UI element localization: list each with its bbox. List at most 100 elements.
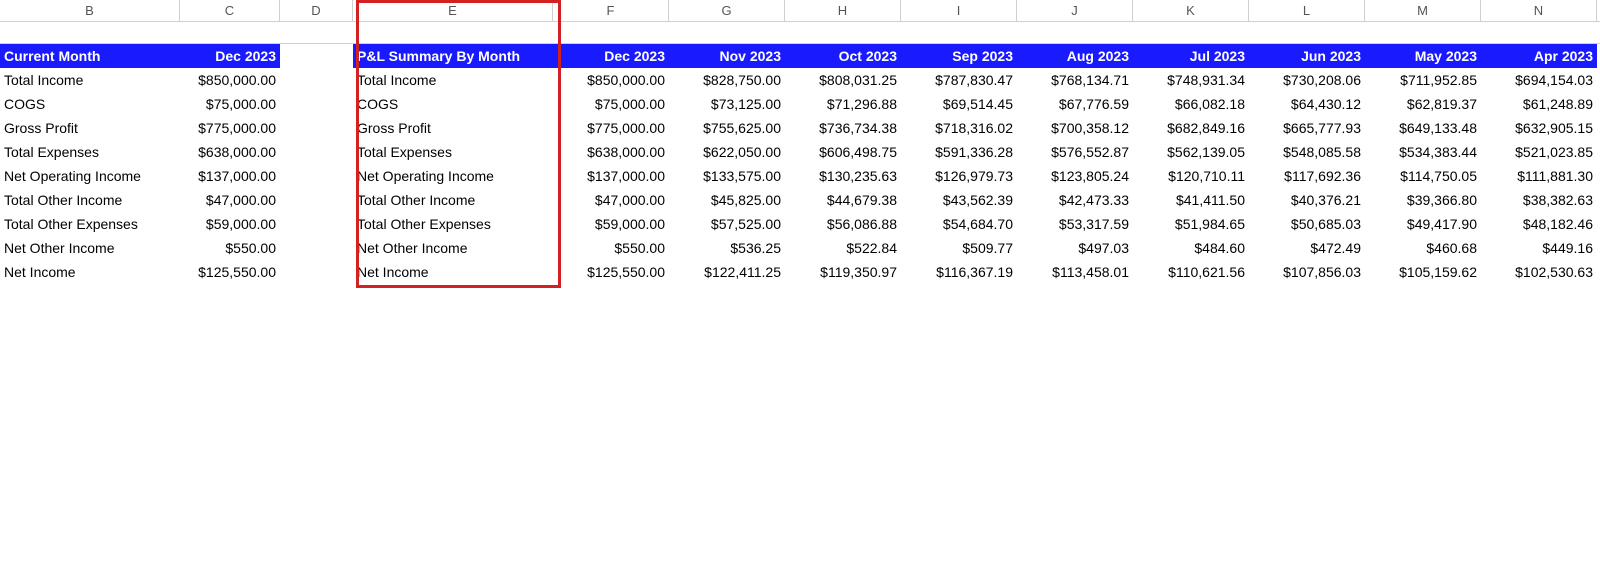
col-header-G[interactable]: G [669,0,785,21]
col-header-B[interactable]: B [0,0,180,21]
col-header-M[interactable]: M [1365,0,1481,21]
value-cell[interactable]: $110,621.56 [1133,260,1249,284]
value-cell[interactable]: $787,830.47 [901,68,1017,92]
month-header-0[interactable]: Dec 2023 [553,44,669,68]
value-cell[interactable]: $123,805.24 [1017,164,1133,188]
value-cell[interactable]: $126,979.73 [901,164,1017,188]
value-cell[interactable]: $47,000.00 [553,188,669,212]
col-header-E[interactable]: E [353,0,553,21]
value-cell[interactable]: $102,530.63 [1481,260,1597,284]
month-header-7[interactable]: May 2023 [1365,44,1481,68]
value-cell[interactable]: $41,411.50 [1133,188,1249,212]
value-cell[interactable]: $56,086.88 [785,212,901,236]
right-label[interactable]: Gross Profit [353,116,553,140]
pl-summary-title[interactable]: P&L Summary By Month [353,44,553,68]
value-cell[interactable]: $44,679.38 [785,188,901,212]
right-label[interactable]: Total Other Expenses [353,212,553,236]
value-cell[interactable]: $119,350.97 [785,260,901,284]
spreadsheet[interactable]: B C D E F G H I J K L M N Current MonthD… [0,0,1600,588]
value-cell[interactable]: $665,777.93 [1249,116,1365,140]
value-cell[interactable]: $111,881.30 [1481,164,1597,188]
value-cell[interactable]: $130,235.63 [785,164,901,188]
col-header-I[interactable]: I [901,0,1017,21]
left-label[interactable]: Total Other Income [0,188,180,212]
col-header-K[interactable]: K [1133,0,1249,21]
value-cell[interactable]: $484.60 [1133,236,1249,260]
value-cell[interactable]: $534,383.44 [1365,140,1481,164]
left-value[interactable]: $137,000.00 [180,164,280,188]
value-cell[interactable]: $522.84 [785,236,901,260]
left-label[interactable]: Total Income [0,68,180,92]
value-cell[interactable]: $48,182.46 [1481,212,1597,236]
left-value[interactable]: $75,000.00 [180,92,280,116]
left-value[interactable]: $638,000.00 [180,140,280,164]
month-header-5[interactable]: Jul 2023 [1133,44,1249,68]
value-cell[interactable]: $472.49 [1249,236,1365,260]
value-cell[interactable]: $73,125.00 [669,92,785,116]
month-header-4[interactable]: Aug 2023 [1017,44,1133,68]
value-cell[interactable]: $62,819.37 [1365,92,1481,116]
left-value[interactable]: $125,550.00 [180,260,280,284]
col-header-D[interactable]: D [280,0,353,21]
right-label[interactable]: Total Other Income [353,188,553,212]
spacer-cell[interactable] [280,236,353,260]
value-cell[interactable]: $562,139.05 [1133,140,1249,164]
value-cell[interactable]: $748,931.34 [1133,68,1249,92]
left-value[interactable]: $850,000.00 [180,68,280,92]
value-cell[interactable]: $40,376.21 [1249,188,1365,212]
value-cell[interactable]: $509.77 [901,236,1017,260]
value-cell[interactable]: $122,411.25 [669,260,785,284]
value-cell[interactable]: $850,000.00 [553,68,669,92]
left-value[interactable]: $775,000.00 [180,116,280,140]
value-cell[interactable]: $105,159.62 [1365,260,1481,284]
current-month-value[interactable]: Dec 2023 [180,44,280,68]
left-value[interactable]: $47,000.00 [180,188,280,212]
value-cell[interactable]: $649,133.48 [1365,116,1481,140]
value-cell[interactable]: $550.00 [553,236,669,260]
left-label[interactable]: COGS [0,92,180,116]
month-header-3[interactable]: Sep 2023 [901,44,1017,68]
value-cell[interactable]: $64,430.12 [1249,92,1365,116]
col-header-C[interactable]: C [180,0,280,21]
current-month-title[interactable]: Current Month [0,44,180,68]
spacer-cell[interactable] [280,116,353,140]
value-cell[interactable]: $39,366.80 [1365,188,1481,212]
value-cell[interactable]: $521,023.85 [1481,140,1597,164]
left-label[interactable]: Gross Profit [0,116,180,140]
value-cell[interactable]: $107,856.03 [1249,260,1365,284]
value-cell[interactable]: $66,082.18 [1133,92,1249,116]
value-cell[interactable]: $133,575.00 [669,164,785,188]
value-cell[interactable]: $828,750.00 [669,68,785,92]
col-header-F[interactable]: F [553,0,669,21]
value-cell[interactable]: $114,750.05 [1365,164,1481,188]
value-cell[interactable]: $536.25 [669,236,785,260]
right-label[interactable]: Net Operating Income [353,164,553,188]
value-cell[interactable]: $808,031.25 [785,68,901,92]
value-cell[interactable]: $117,692.36 [1249,164,1365,188]
value-cell[interactable]: $54,684.70 [901,212,1017,236]
value-cell[interactable]: $736,734.38 [785,116,901,140]
value-cell[interactable]: $449.16 [1481,236,1597,260]
value-cell[interactable]: $53,317.59 [1017,212,1133,236]
right-label[interactable]: Net Income [353,260,553,284]
value-cell[interactable]: $120,710.11 [1133,164,1249,188]
month-header-2[interactable]: Oct 2023 [785,44,901,68]
right-label[interactable]: Total Expenses [353,140,553,164]
left-label[interactable]: Net Operating Income [0,164,180,188]
value-cell[interactable]: $57,525.00 [669,212,785,236]
value-cell[interactable]: $49,417.90 [1365,212,1481,236]
value-cell[interactable]: $497.03 [1017,236,1133,260]
value-cell[interactable]: $38,382.63 [1481,188,1597,212]
value-cell[interactable]: $71,296.88 [785,92,901,116]
col-header-H[interactable]: H [785,0,901,21]
value-cell[interactable]: $718,316.02 [901,116,1017,140]
value-cell[interactable]: $42,473.33 [1017,188,1133,212]
spacer-cell[interactable] [280,44,353,68]
value-cell[interactable]: $591,336.28 [901,140,1017,164]
value-cell[interactable]: $700,358.12 [1017,116,1133,140]
month-header-1[interactable]: Nov 2023 [669,44,785,68]
value-cell[interactable]: $45,825.00 [669,188,785,212]
spacer-cell[interactable] [280,188,353,212]
col-header-L[interactable]: L [1249,0,1365,21]
col-header-J[interactable]: J [1017,0,1133,21]
